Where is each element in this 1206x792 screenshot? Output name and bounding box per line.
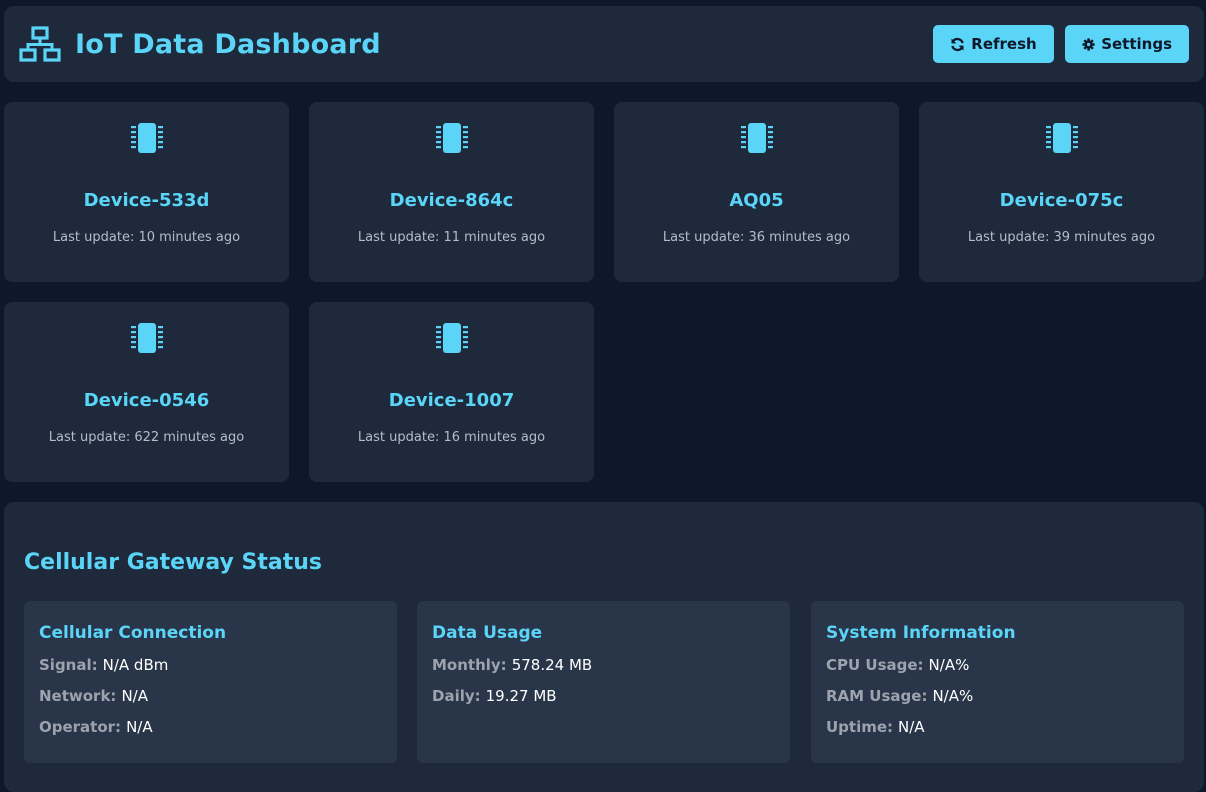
device-name: Device-533d [83, 190, 210, 211]
network-row: Network: N/A [39, 687, 382, 718]
monthly-value: 578.24 MB [511, 656, 593, 674]
device-name: AQ05 [729, 190, 784, 211]
monthly-label: Monthly: [432, 656, 507, 674]
cellular-connection-panel: Cellular Connection Signal: N/A dBm Netwo… [24, 601, 397, 763]
device-last-update: Last update: 16 minutes ago [357, 430, 546, 445]
device-name: Device-864c [389, 190, 514, 211]
microchip-icon [740, 123, 773, 153]
signal-value: N/A dBm [102, 656, 169, 674]
settings-button[interactable]: Settings [1065, 25, 1189, 63]
ram-value: N/A% [932, 687, 974, 705]
daily-label: Daily: [432, 687, 481, 705]
microchip-icon [435, 323, 468, 353]
device-grid: Device-533d Last update: 10 minutes ago … [4, 102, 1204, 482]
uptime-row: Uptime: N/A [826, 718, 1169, 749]
daily-value: 19.27 MB [485, 687, 557, 705]
operator-label: Operator: [39, 718, 122, 736]
network-label: Network: [39, 687, 117, 705]
device-last-update: Last update: 10 minutes ago [52, 230, 241, 245]
device-last-update: Last update: 11 minutes ago [357, 230, 546, 245]
header-actions: Refresh Settings [933, 25, 1189, 63]
uptime-value: N/A [898, 718, 925, 736]
panel-title: System Information [826, 623, 1016, 643]
header-bar: IoT Data Dashboard Refresh Settings [4, 6, 1204, 82]
device-card[interactable]: Device-0546 Last update: 622 minutes ago [4, 302, 289, 482]
device-last-update: Last update: 36 minutes ago [662, 230, 851, 245]
microchip-icon [435, 123, 468, 153]
panel-title: Data Usage [432, 623, 543, 643]
device-name: Device-075c [999, 190, 1124, 211]
gateway-title: Cellular Gateway Status [24, 550, 323, 575]
cpu-value: N/A% [928, 656, 970, 674]
panel-title: Cellular Connection [39, 623, 227, 643]
system-information-panel: System Information CPU Usage: N/A% RAM Us… [811, 601, 1184, 763]
sync-icon [951, 37, 965, 51]
microchip-icon [1045, 123, 1078, 153]
operator-row: Operator: N/A [39, 718, 382, 749]
gear-icon [1082, 37, 1095, 51]
uptime-label: Uptime: [826, 718, 894, 736]
microchip-icon [130, 123, 163, 153]
device-name: Device-1007 [388, 390, 515, 411]
signal-row: Signal: N/A dBm [39, 656, 382, 687]
device-name: Device-0546 [83, 390, 210, 411]
signal-label: Signal: [39, 656, 98, 674]
brand: IoT Data Dashboard [19, 26, 381, 62]
refresh-button-label: Refresh [971, 35, 1037, 53]
device-card[interactable]: Device-533d Last update: 10 minutes ago [4, 102, 289, 282]
page-title: IoT Data Dashboard [75, 28, 381, 60]
ram-row: RAM Usage: N/A% [826, 687, 1169, 718]
device-last-update: Last update: 39 minutes ago [967, 230, 1156, 245]
ram-label: RAM Usage: [826, 687, 928, 705]
data-usage-panel: Data Usage Monthly: 578.24 MB Daily: 19.27… [417, 601, 790, 763]
device-last-update: Last update: 622 minutes ago [48, 430, 245, 445]
cpu-row: CPU Usage: N/A% [826, 656, 1169, 687]
device-card[interactable]: AQ05 Last update: 36 minutes ago [614, 102, 899, 282]
device-card[interactable]: Device-075c Last update: 39 minutes ago [919, 102, 1204, 282]
device-card[interactable]: Device-1007 Last update: 16 minutes ago [309, 302, 594, 482]
network-value: N/A [121, 687, 148, 705]
network-wired-icon [19, 26, 61, 62]
cpu-label: CPU Usage: [826, 656, 924, 674]
device-card[interactable]: Device-864c Last update: 11 minutes ago [309, 102, 594, 282]
gateway-status-section: Cellular Gateway Status Cellular Connect… [4, 502, 1204, 792]
settings-button-label: Settings [1101, 35, 1172, 53]
operator-value: N/A [126, 718, 153, 736]
microchip-icon [130, 323, 163, 353]
daily-row: Daily: 19.27 MB [432, 687, 775, 718]
monthly-row: Monthly: 578.24 MB [432, 656, 775, 687]
refresh-button[interactable]: Refresh [933, 25, 1054, 63]
